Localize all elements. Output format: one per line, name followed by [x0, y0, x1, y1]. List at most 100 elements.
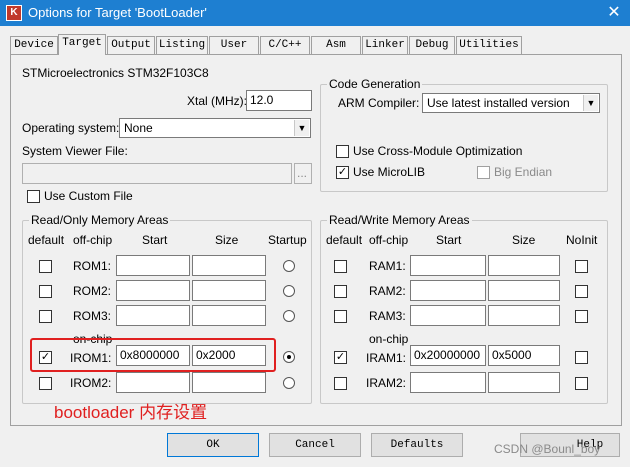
- tab-user[interactable]: User: [209, 36, 259, 54]
- rom2-size-input[interactable]: [192, 280, 266, 301]
- rom1-startup-radio[interactable]: [283, 260, 295, 272]
- ram3-size-input[interactable]: [488, 305, 560, 326]
- microlib-checkbox[interactable]: ✓: [336, 166, 349, 179]
- ram-header-noinit: NoInit: [566, 233, 598, 247]
- defaults-button[interactable]: Defaults: [371, 433, 463, 457]
- tab-asm[interactable]: Asm: [311, 36, 361, 54]
- rom-areas-title: Read/Only Memory Areas: [29, 213, 171, 227]
- cross-module-label: Use Cross-Module Optimization: [353, 144, 523, 158]
- rom-header-startup: Startup: [268, 233, 307, 247]
- os-label: Operating system:: [22, 121, 120, 135]
- rom2-start-input[interactable]: [116, 280, 190, 301]
- compiler-select-value: Use latest installed version: [427, 96, 570, 110]
- watermark: CSDN @Bounl_boy: [494, 442, 601, 456]
- xtal-input[interactable]: 12.0: [246, 90, 312, 111]
- compiler-label: ARM Compiler:: [338, 96, 420, 110]
- rom1-default-checkbox[interactable]: [39, 260, 52, 273]
- tab-listing[interactable]: Listing: [156, 36, 208, 54]
- device-name: STMicroelectronics STM32F103C8: [22, 66, 209, 80]
- ram2-start-input[interactable]: [410, 280, 486, 301]
- tab-target[interactable]: Target: [58, 34, 106, 55]
- ram-row: IRAM2:: [320, 372, 610, 394]
- rom1-start-input[interactable]: [116, 255, 190, 276]
- ok-button[interactable]: OK: [167, 433, 259, 457]
- cross-module-checkbox[interactable]: [336, 145, 349, 158]
- rom3-start-input[interactable]: [116, 305, 190, 326]
- ram1-size-input[interactable]: [488, 255, 560, 276]
- tab-device[interactable]: Device: [10, 36, 58, 54]
- ram-header-start: Start: [436, 233, 462, 247]
- rom-row: ROM2:: [0, 280, 320, 302]
- ram2-default-checkbox[interactable]: [334, 285, 347, 298]
- tab-output[interactable]: Output: [107, 36, 155, 54]
- cancel-button[interactable]: Cancel: [269, 433, 361, 457]
- ram1-noinit-checkbox[interactable]: [575, 260, 588, 273]
- tab-debug[interactable]: Debug: [409, 36, 455, 54]
- ram3-start-input[interactable]: [410, 305, 486, 326]
- iram1-default-checkbox[interactable]: ✓: [334, 351, 347, 364]
- tab-strip: Device Target Output Listing User C/C++ …: [10, 34, 622, 55]
- ram1-default-checkbox[interactable]: [334, 260, 347, 273]
- ram-header-size: Size: [512, 233, 536, 247]
- irom1-startup-radio[interactable]: [283, 351, 295, 363]
- ram1-start-input[interactable]: [410, 255, 486, 276]
- rom3-startup-radio[interactable]: [283, 310, 295, 322]
- rom3-default-checkbox[interactable]: [39, 310, 52, 323]
- title-bar[interactable]: K Options for Target 'BootLoader' ✕: [0, 0, 630, 26]
- rom3-size-input[interactable]: [192, 305, 266, 326]
- big-endian-checkbox[interactable]: [477, 166, 490, 179]
- irom1-highlight-box: [30, 338, 276, 372]
- ram-row: RAM3:: [320, 305, 610, 327]
- irom2-startup-radio[interactable]: [283, 377, 295, 389]
- rom2-startup-radio[interactable]: [283, 285, 295, 297]
- ram-header-offchip: off-chip: [369, 233, 409, 247]
- compiler-select[interactable]: Use latest installed version ▼: [422, 93, 600, 113]
- os-select[interactable]: None ▼: [119, 118, 311, 138]
- chevron-down-icon[interactable]: ▼: [294, 120, 309, 136]
- rom-row: ROM3:: [0, 305, 320, 327]
- irom2-default-checkbox[interactable]: [39, 377, 52, 390]
- code-generation-title: Code Generation: [327, 77, 423, 91]
- iram1-noinit-checkbox[interactable]: [575, 351, 588, 364]
- rom-header-size: Size: [215, 233, 239, 247]
- tab-linker[interactable]: Linker: [362, 36, 408, 54]
- ram-row: RAM1:: [320, 255, 610, 277]
- iram2-default-checkbox[interactable]: [334, 377, 347, 390]
- annotation-text: bootloader 内存设置: [54, 403, 208, 422]
- iram2-noinit-checkbox[interactable]: [575, 377, 588, 390]
- rom-row: IROM2:: [0, 372, 320, 394]
- irom2-start-input[interactable]: [116, 372, 190, 393]
- tab-c-cpp[interactable]: C/C++: [260, 36, 310, 54]
- ram1-label: RAM1:: [369, 259, 406, 273]
- iram1-start-input[interactable]: 0x20000000: [410, 345, 486, 366]
- tab-utilities[interactable]: Utilities: [456, 36, 522, 54]
- iram2-start-input[interactable]: [410, 372, 486, 393]
- rom1-label: ROM1:: [73, 259, 112, 273]
- os-select-value: None: [124, 121, 153, 135]
- ram-header-default: default: [326, 233, 363, 247]
- irom2-size-input[interactable]: [192, 372, 266, 393]
- xtal-label: Xtal (MHz):: [187, 94, 247, 108]
- window-title: Options for Target 'BootLoader': [28, 5, 207, 20]
- svf-label: System Viewer File:: [22, 144, 128, 158]
- rom1-size-input[interactable]: [192, 255, 266, 276]
- iram1-size-input[interactable]: 0x5000: [488, 345, 560, 366]
- iram2-size-input[interactable]: [488, 372, 560, 393]
- rom2-label: ROM2:: [73, 284, 112, 298]
- rom-header-start: Start: [142, 233, 168, 247]
- custom-file-checkbox[interactable]: [27, 190, 40, 203]
- ram2-noinit-checkbox[interactable]: [575, 285, 588, 298]
- close-icon[interactable]: ✕: [600, 1, 628, 25]
- browse-button[interactable]: ...: [294, 163, 312, 184]
- ram-row: ✓ IRAM1: 0x20000000 0x5000: [320, 345, 610, 367]
- rom2-default-checkbox[interactable]: [39, 285, 52, 298]
- ram3-noinit-checkbox[interactable]: [575, 310, 588, 323]
- rom-row: ROM1:: [0, 255, 320, 277]
- ram3-default-checkbox[interactable]: [334, 310, 347, 323]
- ram2-size-input[interactable]: [488, 280, 560, 301]
- ram-row: RAM2:: [320, 280, 610, 302]
- svf-input[interactable]: [22, 163, 292, 184]
- big-endian-label: Big Endian: [494, 165, 553, 179]
- iram2-label: IRAM2:: [366, 376, 407, 390]
- chevron-down-icon[interactable]: ▼: [583, 95, 598, 111]
